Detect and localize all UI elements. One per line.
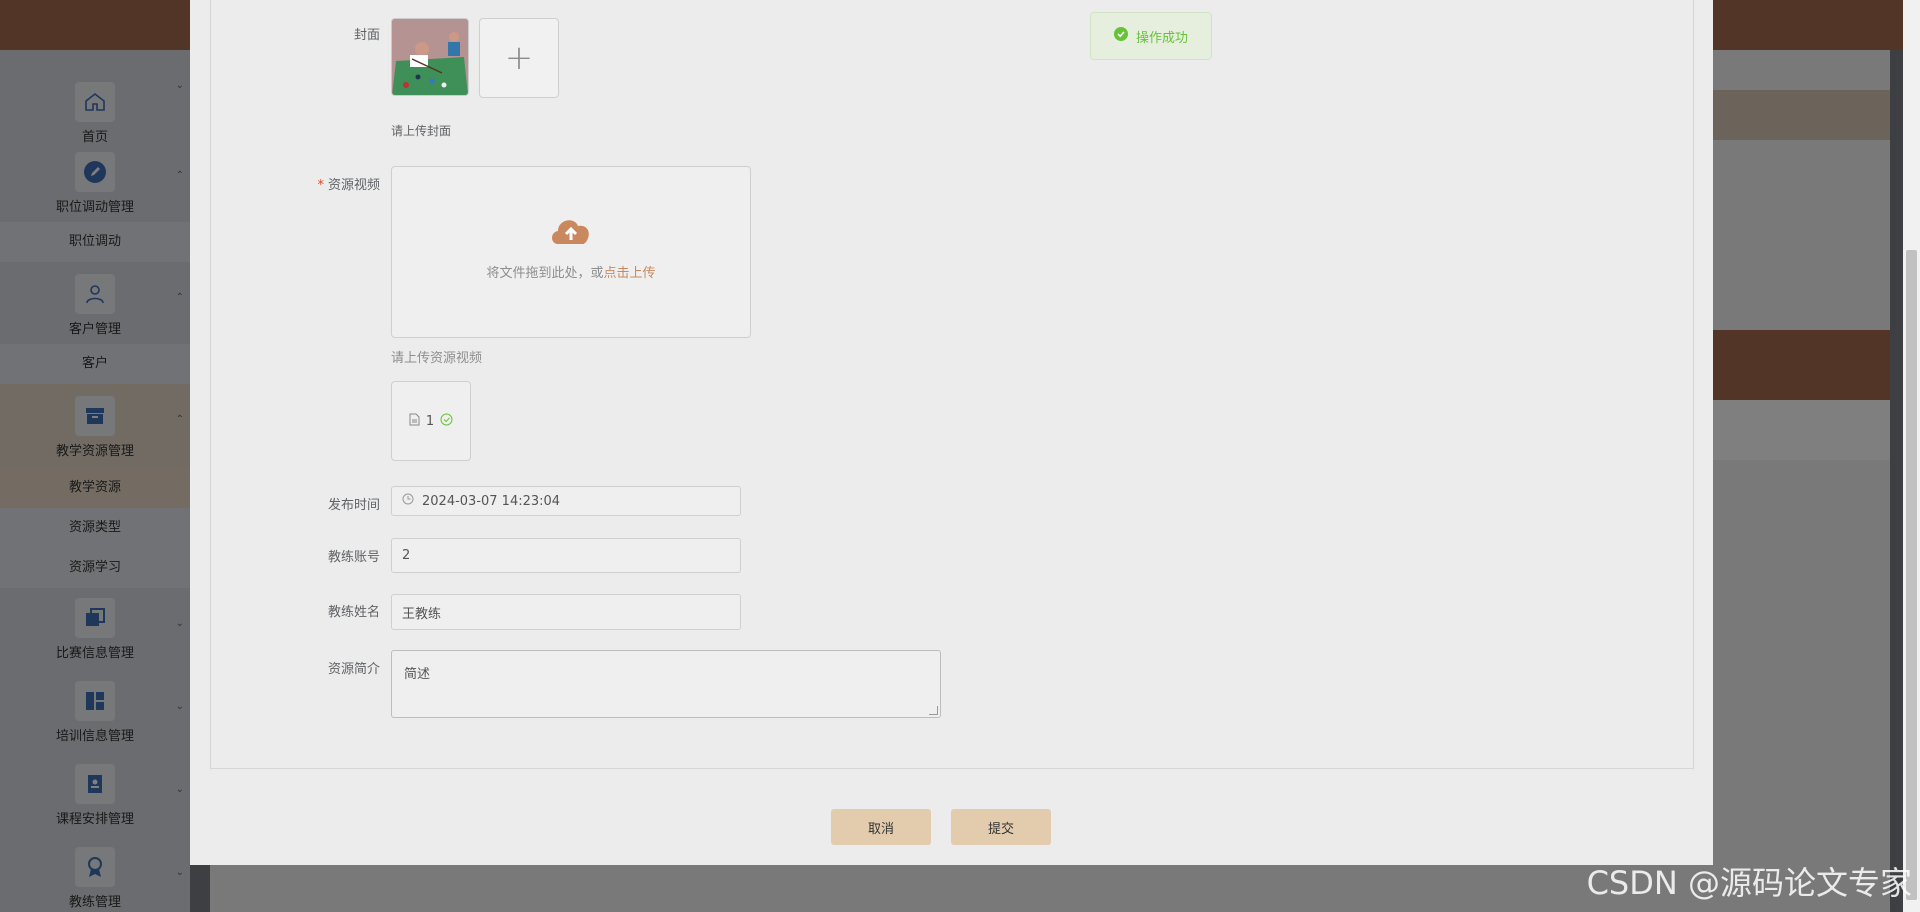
scrollbar-thumb[interactable] bbox=[1906, 250, 1917, 900]
cover-hint: 请上传封面 bbox=[391, 124, 452, 138]
check-circle-icon bbox=[440, 413, 453, 430]
coach-name-field[interactable]: 王教练 bbox=[391, 594, 741, 630]
cover-label: 封面 bbox=[353, 28, 380, 43]
publish-time-picker[interactable]: 2024-03-07 14:23:04 bbox=[391, 486, 741, 516]
edit-resource-dialog: 封面 + 请上传封面 * 资源视频 将文件拖到此处，或点击上传 请上传资源视频 1… bbox=[190, 0, 1713, 865]
success-check-icon bbox=[1113, 27, 1128, 45]
publish-time-value: 2024-03-07 14:23:04 bbox=[422, 493, 561, 509]
click-upload-link[interactable]: 点击上传 bbox=[604, 266, 656, 281]
submit-button[interactable]: 提交 bbox=[951, 809, 1051, 845]
video-label-text: 资源视频 bbox=[327, 178, 380, 193]
intro-textarea[interactable]: 简述 bbox=[391, 650, 941, 718]
video-upload-dropzone[interactable]: 将文件拖到此处，或点击上传 bbox=[391, 166, 751, 338]
dropzone-text: 将文件拖到此处，或 bbox=[486, 266, 604, 281]
success-toast: 操作成功 bbox=[1090, 12, 1212, 60]
resize-handle[interactable] bbox=[929, 706, 938, 715]
coach-account-field[interactable]: 2 bbox=[391, 538, 741, 573]
clock-icon bbox=[402, 493, 414, 509]
required-mark: * bbox=[317, 178, 324, 193]
plus-icon: + bbox=[504, 38, 534, 78]
cloud-upload-icon bbox=[392, 212, 750, 252]
cover-image[interactable] bbox=[391, 18, 469, 96]
add-cover-button[interactable]: + bbox=[479, 18, 559, 98]
publish-time-label: 发布时间 bbox=[327, 498, 380, 513]
cancel-button[interactable]: 取消 bbox=[831, 809, 931, 845]
intro-label: 资源简介 bbox=[327, 662, 380, 677]
file-name: 1 bbox=[425, 413, 435, 429]
uploaded-file-card[interactable]: 1 bbox=[391, 381, 471, 461]
page-scrollbar[interactable] bbox=[1903, 0, 1920, 912]
coach-account-label: 教练账号 bbox=[327, 550, 380, 565]
intro-value: 简述 bbox=[404, 667, 431, 682]
video-hint: 请上传资源视频 bbox=[391, 351, 483, 366]
watermark: CSDN @源码论文专家 bbox=[1586, 864, 1912, 902]
video-label: * 资源视频 bbox=[190, 174, 380, 193]
toast-message: 操作成功 bbox=[1135, 30, 1188, 46]
document-icon bbox=[409, 413, 420, 430]
coach-name-label: 教练姓名 bbox=[327, 605, 380, 620]
